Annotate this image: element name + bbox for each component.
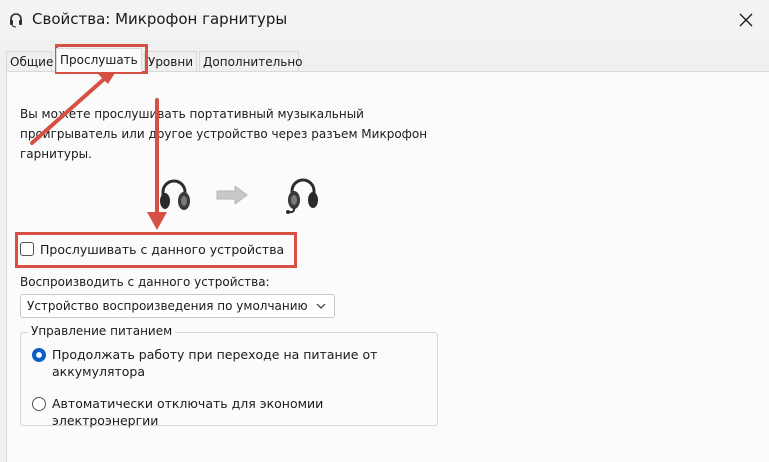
playback-label: Воспроизводить с данного устройства: bbox=[20, 275, 270, 289]
radio-unselected[interactable] bbox=[32, 397, 46, 411]
annotation-box-checkbox bbox=[15, 232, 297, 268]
radio-selected[interactable] bbox=[32, 348, 46, 362]
tab-listen[interactable]: Прослушать bbox=[56, 48, 142, 72]
tab-levels[interactable]: Уровни bbox=[144, 51, 197, 71]
playback-device-select[interactable]: Устройство воспроизведения по умолчанию bbox=[20, 294, 335, 318]
power-option-continue[interactable]: Продолжать работу при переходе на питани… bbox=[32, 346, 382, 380]
listen-description: Вы можете прослушивать портативный музык… bbox=[20, 107, 428, 161]
close-icon bbox=[739, 13, 753, 27]
headset-mic-icon bbox=[286, 178, 318, 214]
window-title: Свойства: Микрофон гарнитуры bbox=[32, 10, 288, 28]
playback-device-value: Устройство воспроизведения по умолчанию bbox=[27, 299, 308, 313]
headset-icon bbox=[160, 179, 190, 210]
tab-general[interactable]: Общие bbox=[6, 51, 53, 71]
arrow-right-icon bbox=[216, 186, 248, 204]
tab-advanced[interactable]: Дополнительно bbox=[199, 51, 303, 71]
headset-icon bbox=[10, 13, 22, 28]
power-option-label: Автоматически отключать для экономии эле… bbox=[52, 396, 324, 428]
title-bar: Свойства: Микрофон гарнитуры bbox=[0, 0, 769, 40]
chevron-down-icon bbox=[316, 303, 326, 309]
close-button[interactable] bbox=[723, 0, 769, 40]
power-option-label: Продолжать работу при переходе на питани… bbox=[52, 347, 378, 379]
power-group-label: Управление питанием bbox=[28, 324, 176, 338]
power-option-auto-off[interactable]: Автоматически отключать для экономии эле… bbox=[32, 395, 382, 429]
